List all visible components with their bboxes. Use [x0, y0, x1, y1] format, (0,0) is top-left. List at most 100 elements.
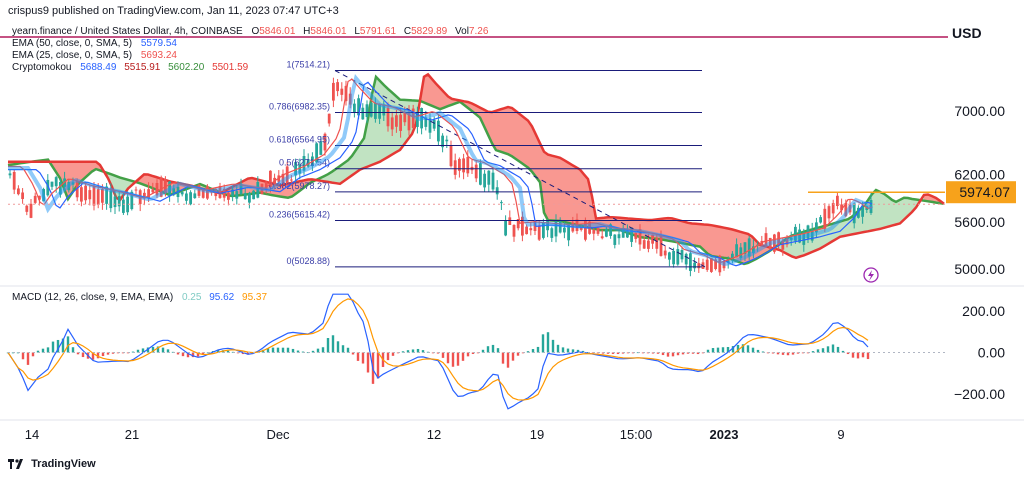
fib-level-label: 0.786(6982.35): [269, 102, 330, 112]
cloud-segment: [508, 107, 512, 157]
macd-histogram-bar: [506, 352, 510, 368]
candle-body: [512, 224, 516, 237]
ohlc-c: 5829.89: [411, 26, 448, 37]
ichimoku-legend-row[interactable]: Cryptomokou 5688.49 5515.91 5602.20 5501…: [12, 62, 493, 74]
macd-histogram-bar: [416, 348, 420, 353]
indicator-legend: yearn.finance / United States Dollar, 4h…: [12, 26, 493, 74]
cloud-segment: [716, 226, 720, 258]
macd-histogram-bar: [836, 346, 840, 353]
macd-histogram-bar: [831, 344, 835, 353]
cloud-segment: [896, 199, 900, 225]
candle-body: [151, 189, 155, 193]
macd-histogram-bar: [281, 347, 285, 353]
cloud-segment: [520, 114, 524, 165]
candle-body: [395, 115, 398, 127]
candle-body: [693, 262, 696, 269]
macd-histogram-bar: [71, 347, 75, 353]
candle-body: [462, 158, 465, 173]
x-tick-label: 19: [530, 427, 544, 442]
candle-body: [134, 189, 138, 191]
macd-histogram-bar: [856, 352, 860, 359]
lightning-icon: [863, 267, 879, 283]
candle-body: [445, 139, 449, 142]
candle-body: [689, 253, 692, 271]
macd-histogram-bar: [366, 352, 370, 373]
macd-histogram-bar: [331, 335, 335, 353]
ichimoku-value-4: 5501.59: [212, 62, 249, 73]
candle-body: [386, 107, 390, 127]
macd-histogram-bar: [566, 348, 570, 353]
macd-histogram-bar: [821, 348, 825, 353]
cloud-segment: [548, 154, 552, 221]
candle-body: [735, 244, 738, 258]
cloud-segment: [380, 81, 384, 162]
candle-body: [113, 196, 117, 208]
ema50-legend-row[interactable]: EMA (50, close, 0, SMA, 5) 5579.54: [12, 38, 493, 50]
candle-body: [353, 103, 356, 113]
candle-body: [92, 186, 96, 206]
fib-level-label: 0.618(6564.95): [269, 135, 330, 145]
cloud-segment: [888, 196, 892, 227]
candle-body: [600, 236, 604, 239]
candle-body: [252, 190, 255, 200]
macd-histogram-bar: [356, 352, 360, 361]
candle-body: [8, 173, 12, 176]
macd-histogram-bar: [441, 352, 445, 358]
macd-tick-label: 200.00: [962, 303, 1005, 319]
macd-histogram-bar: [386, 352, 390, 361]
candle-body: [21, 192, 24, 199]
symbol-legend-row[interactable]: yearn.finance / United States Dollar, 4h…: [12, 26, 493, 38]
ema25-legend-row[interactable]: EMA (25, close, 0, SMA, 5) 5693.24: [12, 50, 493, 62]
candle-body: [336, 82, 339, 92]
macd-histogram-bar: [336, 341, 340, 353]
fib-level-label: 0(5028.88): [286, 256, 330, 266]
candle-body: [29, 203, 33, 218]
macd-histogram-bar: [541, 334, 545, 353]
macd-histogram-bar: [851, 352, 855, 358]
cloud-segment: [724, 227, 728, 259]
ohlc-l: 5791.61: [359, 26, 397, 37]
candle-body: [672, 250, 675, 265]
cloud-segment: [880, 191, 884, 229]
candle-body: [647, 240, 650, 249]
candle-body: [88, 190, 92, 200]
cloud-segment: [708, 224, 712, 257]
candle-body: [592, 229, 596, 234]
x-tick-label: 9: [837, 427, 844, 442]
candle-body: [563, 227, 566, 233]
candle-body: [227, 192, 230, 200]
ema50-label: EMA (50, close, 0, SMA, 5): [12, 38, 133, 49]
candle-body: [185, 193, 188, 201]
candle-body: [432, 119, 436, 129]
macd-histogram-bar: [511, 352, 515, 361]
volume-label: Vol: [455, 26, 469, 37]
cloud-segment: [504, 107, 508, 155]
candle-body: [710, 258, 713, 272]
candle-body: [189, 192, 192, 205]
candle-body: [117, 196, 121, 207]
macd-histogram-bar: [826, 346, 830, 353]
macd-histogram-bar: [531, 349, 535, 353]
candle-body: [529, 228, 533, 231]
fib-level-label: 0.236(5615.42): [269, 210, 330, 220]
candle-body: [819, 217, 822, 223]
candle-body: [122, 199, 125, 213]
candle-body: [50, 181, 54, 187]
macd-histogram-bar: [451, 352, 455, 367]
ichimoku-value-2: 5515.91: [124, 62, 161, 73]
candle-body: [449, 145, 453, 167]
macd-histogram-bar: [746, 345, 750, 353]
candle-body: [248, 193, 251, 203]
macd-tick-label: 0.00: [978, 345, 1005, 361]
ichimoku-value-1: 5688.49: [80, 62, 117, 73]
candle-body: [663, 250, 667, 256]
macd-histogram-bar: [41, 348, 45, 353]
macd-legend[interactable]: MACD (12, 26, close, 9, EMA, EMA) 0.25 9…: [12, 292, 267, 303]
cloud-segment: [584, 174, 588, 228]
candle-body: [852, 203, 856, 224]
candle-body: [332, 82, 335, 101]
candle-body: [235, 191, 239, 199]
candle-body: [676, 249, 680, 265]
candle-body: [101, 189, 104, 203]
tradingview-footer[interactable]: TradingView: [8, 458, 96, 470]
